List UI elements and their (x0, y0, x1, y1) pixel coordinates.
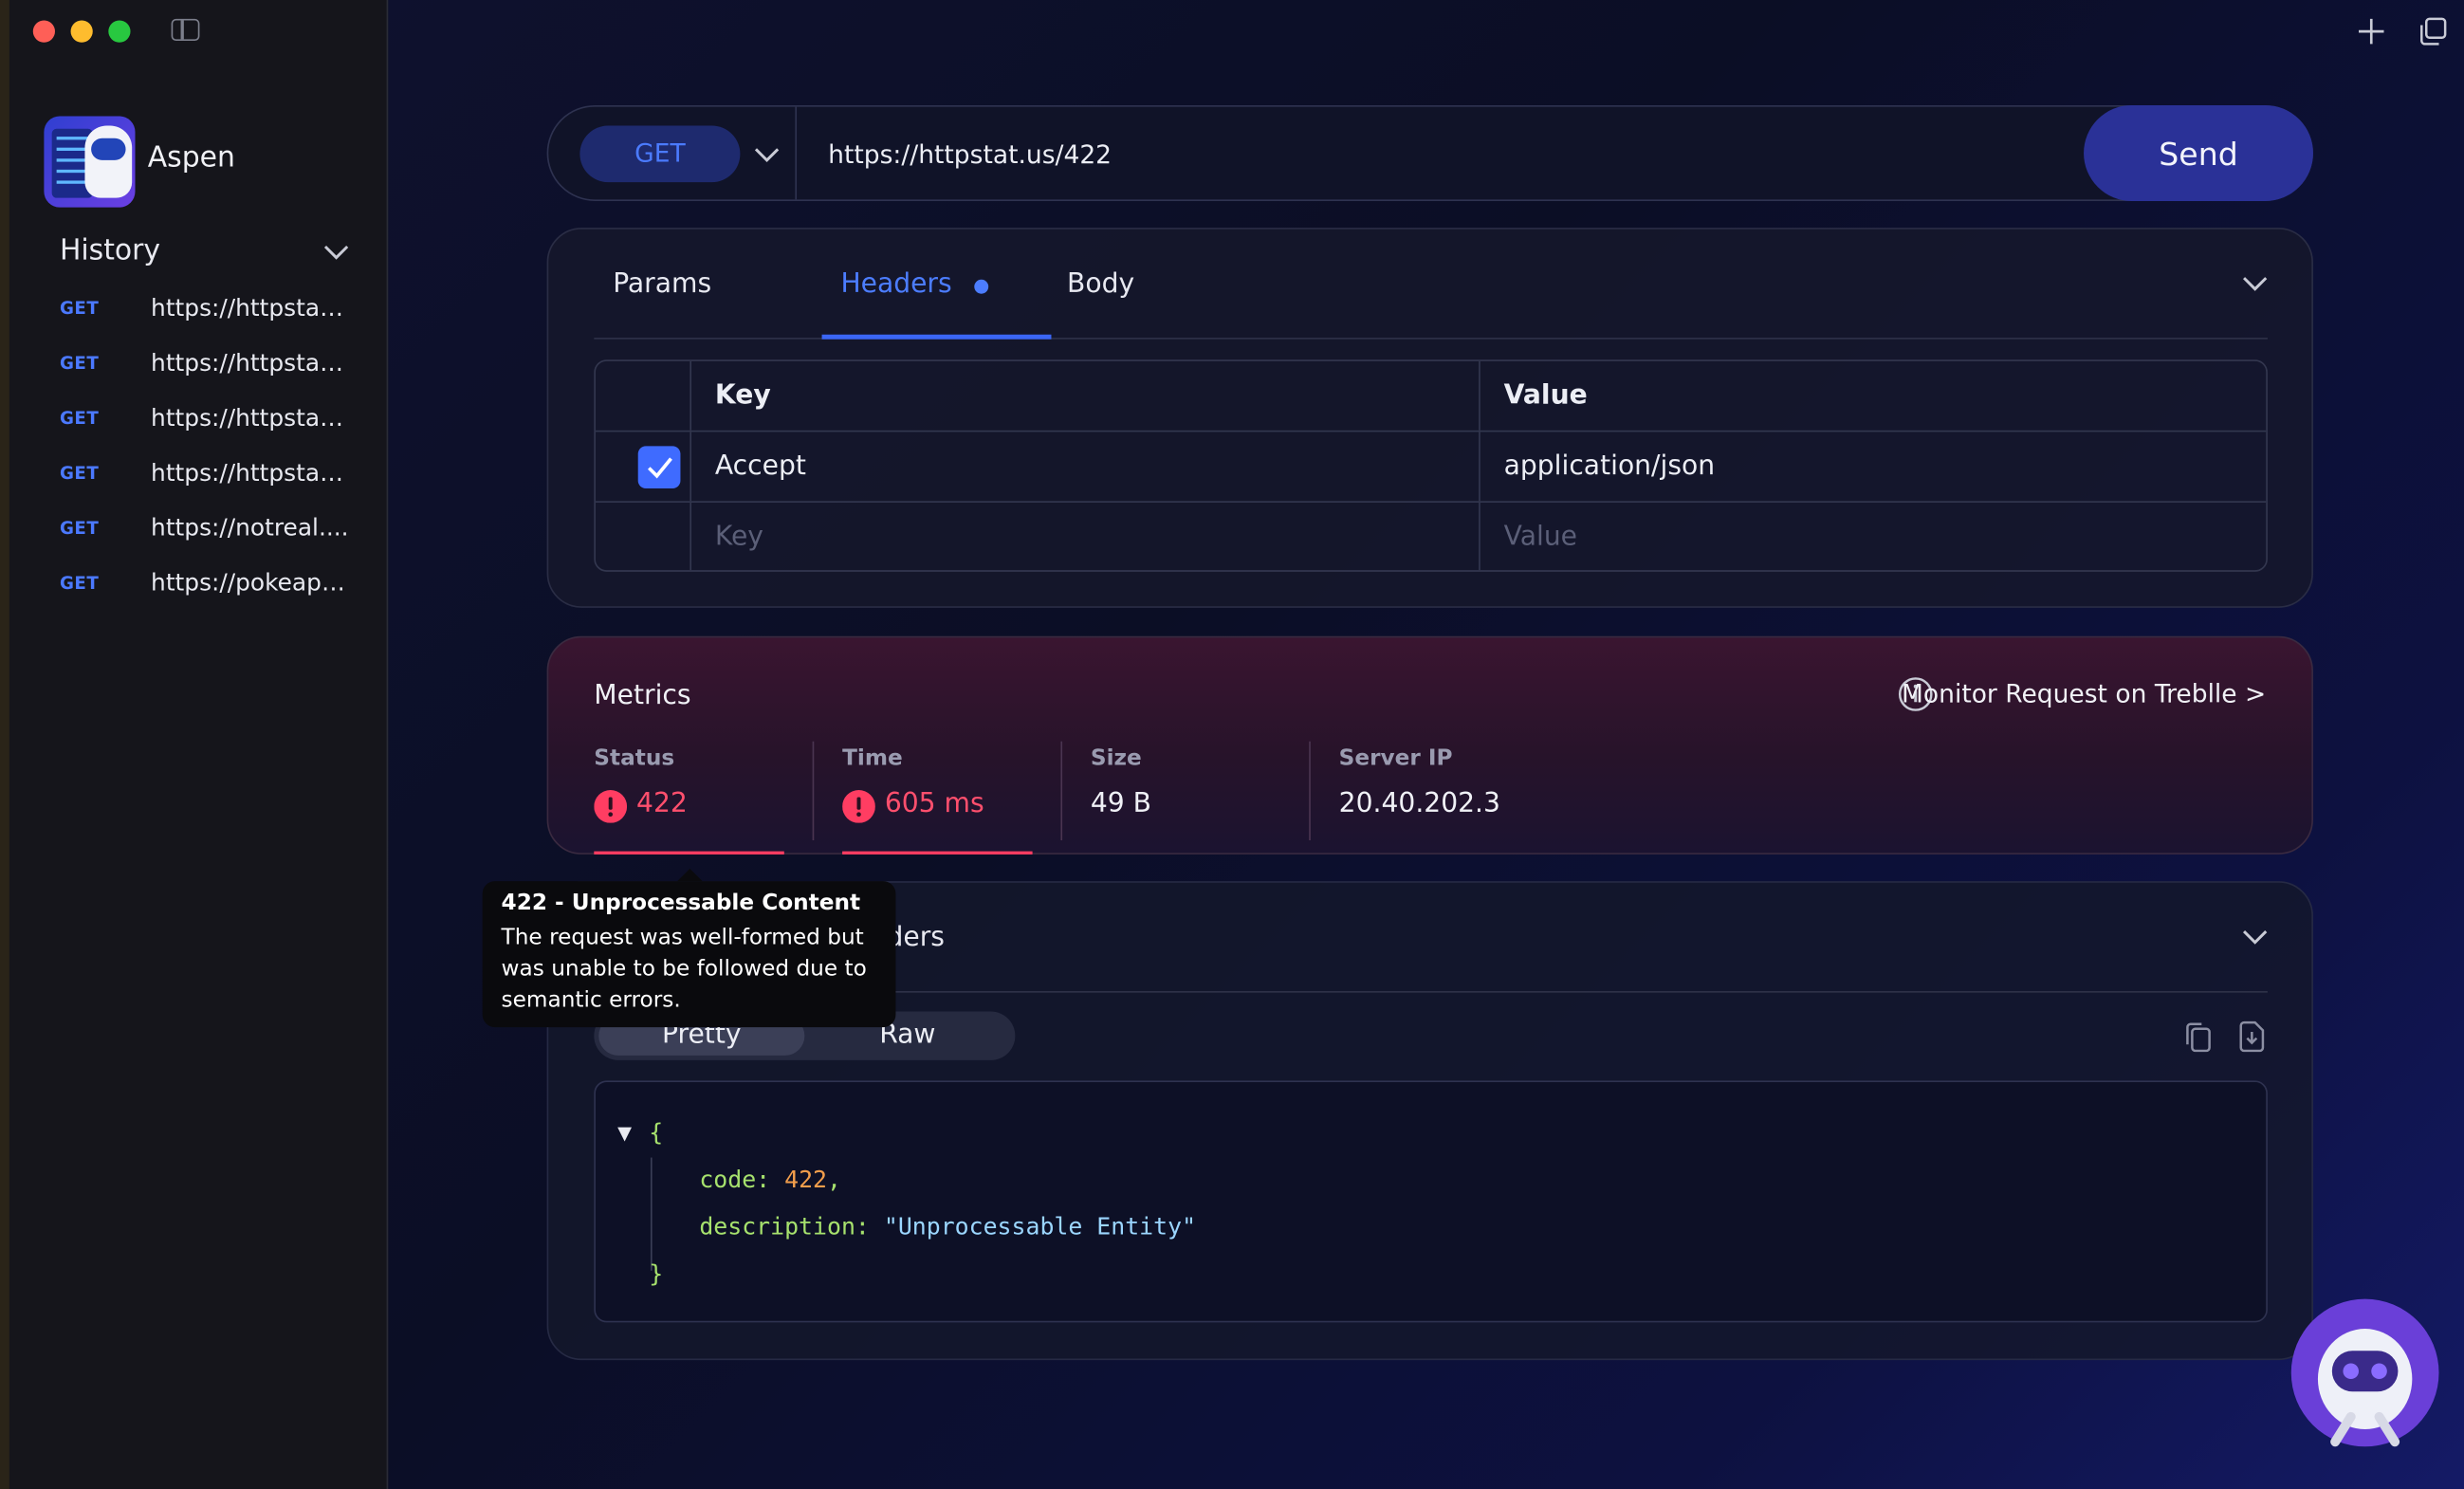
history-item[interactable]: GET https://httpstat... (60, 448, 374, 503)
history-item[interactable]: GET https://httpstat... (60, 338, 374, 393)
zoom-window-button[interactable] (108, 20, 131, 43)
column-header-value: Value (1503, 379, 1588, 412)
url-divider (795, 106, 798, 200)
assistant-mascot-icon[interactable] (2288, 1297, 2441, 1455)
desktop-edge (0, 0, 9, 1489)
app-name: Aspen (147, 141, 235, 175)
history-method: GET (59, 463, 100, 485)
metric-value: 422 (636, 788, 688, 820)
history-method: GET (59, 573, 100, 595)
app-window: Aspen History GET https://httpstat... GE… (0, 0, 2464, 1489)
tab-body[interactable]: Body (1067, 268, 1134, 300)
history-title: History (59, 233, 161, 267)
tab-params[interactable]: Params (613, 268, 711, 300)
metric-size: Size 49 B (1091, 746, 1295, 856)
history-item[interactable]: GET https://httpstat... (60, 393, 374, 448)
active-tab-indicator (821, 334, 1052, 340)
metric-label: Server IP (1338, 745, 1453, 772)
header-value-cell[interactable]: application/json (1504, 450, 1715, 482)
history-item[interactable]: GET https://notreal.... (60, 503, 374, 558)
history-url: https://pokeapi... (151, 568, 349, 597)
history-url: https://notreal.... (151, 513, 349, 542)
metric-status[interactable]: Status 422 (594, 746, 798, 856)
table-header-row: Key Value (595, 360, 2267, 432)
send-button[interactable]: Send (2084, 104, 2313, 201)
response-body[interactable]: ▼ { code: 422, description: "Unprocessab… (594, 1080, 2268, 1323)
history-list: GET https://httpstat... GET https://http… (60, 283, 374, 613)
tooltip-title: 422 - Unprocessable Content (501, 891, 861, 916)
metrics-title: Metrics (594, 680, 691, 712)
metric-divider (1060, 741, 1063, 841)
table-row: Accept application/json (595, 432, 2267, 503)
json-string: "Unprocessable Entity" (883, 1212, 1197, 1241)
chevron-down-icon[interactable] (751, 138, 782, 170)
url-bar: GET Send (546, 104, 2313, 201)
collapse-toggle-icon[interactable]: ▼ (617, 1118, 632, 1147)
plus-icon[interactable] (2356, 16, 2387, 47)
metric-label: Size (1090, 745, 1142, 772)
modified-dot (974, 279, 989, 294)
key-placeholder[interactable]: Key (715, 522, 763, 553)
headers-table: Key Value Accept application/json Key Va… (594, 359, 2268, 572)
json-comma: , (826, 1165, 841, 1194)
request-tabs: Params Headers Body (594, 230, 2268, 340)
metric-value: 20.40.202.3 (1338, 788, 1500, 820)
json-number: 422 (784, 1165, 827, 1194)
history-method: GET (59, 408, 100, 430)
history-url: https://httpstat... (151, 458, 349, 487)
history-url: https://httpstat... (151, 293, 349, 322)
chevron-down-icon[interactable] (2239, 920, 2271, 951)
column-header-key: Key (714, 379, 771, 412)
history-method: GET (59, 518, 100, 540)
header-key-cell[interactable]: Accept (715, 450, 806, 482)
metric-label: Status (594, 745, 675, 772)
json-line-description: description: "Unprocessable Entity" (699, 1213, 1196, 1241)
sidebar-toggle-icon[interactable] (171, 18, 200, 42)
url-input[interactable] (828, 135, 2054, 174)
chevron-down-icon[interactable] (2239, 267, 2271, 299)
history-method: GET (59, 353, 100, 375)
checkmark-icon (648, 457, 672, 479)
minimize-window-button[interactable] (70, 20, 93, 43)
status-error-underline (594, 851, 784, 855)
history-url: https://httpstat... (151, 403, 349, 432)
close-window-button[interactable] (32, 20, 55, 43)
metric-value: 49 B (1090, 788, 1152, 820)
json-key: code: (699, 1165, 771, 1194)
tab-headers[interactable]: Headers (840, 268, 951, 300)
history-url: https://httpstat... (151, 348, 349, 377)
metrics-panel: Metrics Monitor Request on Treblle > Sta… (546, 635, 2313, 856)
metric-label: Time (842, 745, 903, 772)
method-select[interactable]: GET (579, 125, 741, 183)
json-close-brace: } (649, 1259, 664, 1289)
metric-server-ip: Server IP 20.40.202.3 (1339, 746, 1653, 856)
history-item[interactable]: GET https://pokeapi... (60, 558, 374, 613)
value-placeholder[interactable]: Value (1504, 522, 1577, 553)
table-row-empty: Key Value (596, 502, 2266, 571)
chevron-down-icon[interactable] (321, 235, 352, 267)
history-method: GET (59, 298, 100, 320)
status-tooltip: 422 - Unprocessable Content The request … (482, 868, 896, 1028)
metric-time[interactable]: Time 605 ms (842, 746, 1046, 856)
time-error-underline (842, 851, 1033, 855)
sidebar: Aspen History GET https://httpstat... GE… (9, 0, 389, 1489)
windows-icon[interactable] (2417, 16, 2448, 47)
tooltip-body: The request was well-formed but was unab… (501, 925, 867, 1014)
copy-icon[interactable] (2182, 1020, 2214, 1055)
metric-divider (1309, 741, 1311, 841)
indent-guide (650, 1157, 653, 1271)
download-icon[interactable] (2236, 1020, 2268, 1054)
header-enabled-checkbox[interactable] (637, 446, 681, 489)
metric-value: 605 ms (884, 788, 984, 820)
json-open-brace: { (649, 1118, 664, 1147)
monitor-treblle-link[interactable]: Monitor Request on Treblle > (1902, 678, 2266, 708)
metric-divider (812, 741, 815, 841)
json-key: description: (699, 1212, 870, 1241)
json-line-code: code: 422, (699, 1166, 841, 1194)
history-item[interactable]: GET https://httpstat... (60, 283, 374, 338)
app-logo (44, 116, 136, 208)
request-panel: Params Headers Body Key Value Accept app… (546, 228, 2313, 608)
